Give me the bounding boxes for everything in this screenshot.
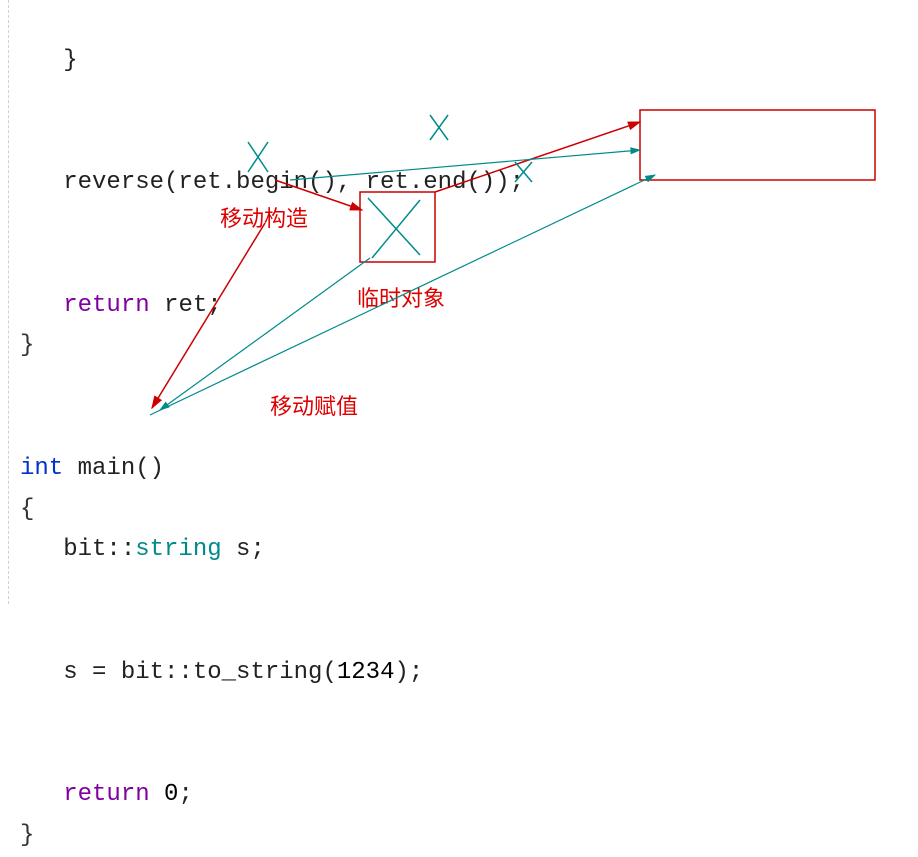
annotation-temp-object: 临时对象	[357, 280, 445, 317]
code-line: int main()	[20, 455, 164, 482]
code-line: return 0;	[20, 781, 193, 808]
code-line: reverse(ret.begin(), ret.end());	[20, 169, 524, 196]
code-line: {	[20, 496, 34, 523]
annotation-move-assign: 移动赋值	[270, 388, 358, 425]
code-line: s = bit::to_string(1234);	[20, 659, 423, 686]
annotation-move-constructor: 移动构造	[220, 200, 308, 237]
gutter-line	[8, 0, 9, 604]
code-block: } reverse(ret.begin(), ret.end()); retur…	[20, 0, 524, 857]
code-line: bit::string s;	[20, 536, 265, 563]
code-line: }	[20, 822, 34, 849]
code-line: }	[20, 47, 78, 74]
code-line: return ret;	[20, 292, 222, 319]
destination-box	[640, 110, 875, 180]
code-line: }	[20, 332, 34, 359]
